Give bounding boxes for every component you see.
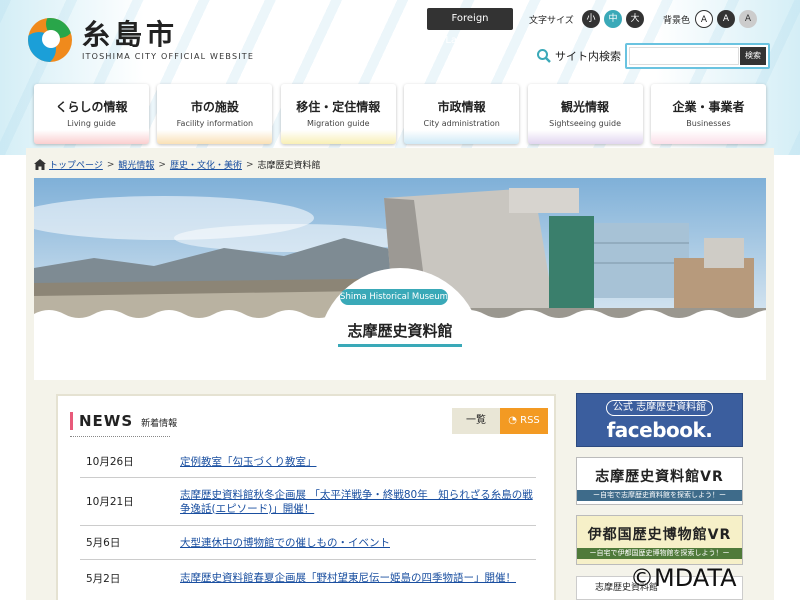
font-size-large-button[interactable]: 大: [626, 10, 644, 28]
news-date: 10月21日: [86, 496, 134, 508]
museum-name: 志摩歴史資料館: [347, 322, 453, 340]
font-size-medium-button[interactable]: 中: [604, 10, 622, 28]
nav-label: くらしの情報: [55, 100, 128, 114]
news-list-button[interactable]: 一覧: [452, 408, 500, 434]
news-heading-marker: [70, 412, 73, 430]
news-row: 5月2日 志摩歴史資料館春夏企画展「野村望東尼伝ー姫島の四季物語ー」開催！: [80, 560, 536, 596]
news-link[interactable]: 志摩歴史資料館秋冬企画展 「太平洋戦争・終戦80年 知られざる糸島の戦争逸話(エ…: [180, 488, 536, 516]
vr-banner-title: 志摩歴史資料館VR: [595, 469, 724, 485]
site-search-label: サイト内検索: [536, 48, 621, 64]
font-size-label: 文字サイズ: [529, 16, 574, 26]
logo-mark-icon: [28, 18, 72, 62]
nav-color-bar: [157, 130, 273, 144]
nav-label: 市政情報: [437, 100, 486, 114]
nav-sublabel: Sightseeing guide: [549, 119, 621, 128]
breadcrumb: トップページ > 観光情報 > 歴史・文化・美術 > 志摩歴史資料館: [34, 158, 321, 171]
nav-sublabel: Living guide: [67, 119, 116, 128]
nav-label: 観光情報: [561, 100, 610, 114]
global-nav: くらしの情報 Living guide 市の施設 Facility inform…: [34, 84, 766, 144]
rss-icon: ◔: [508, 415, 517, 426]
bg-white-button[interactable]: A: [695, 10, 713, 28]
site-logo[interactable]: 糸島市 ITOSHIMA CITY OFFICIAL WEBSITE: [28, 18, 254, 62]
nav-color-bar: [527, 130, 643, 144]
news-date: 5月2日: [86, 572, 121, 585]
nav-sightseeing[interactable]: 観光情報 Sightseeing guide: [527, 84, 643, 144]
museum-english-name: Shima Historical Museum: [340, 289, 448, 305]
watermark: ©MDATA: [630, 564, 737, 592]
news-subtitle: 新着情報: [141, 419, 178, 429]
nav-living[interactable]: くらしの情報 Living guide: [34, 84, 149, 144]
ito-vr-banner[interactable]: 伊都国歴史博物館VR ー自宅で伊都国歴史博物館を探索しよう！ー: [576, 515, 743, 565]
search-icon: [537, 49, 551, 63]
news-row: 10月21日 志摩歴史資料館秋冬企画展 「太平洋戦争・終戦80年 知られざる糸島…: [80, 478, 536, 526]
news-row: 5月6日 大型連休中の博物館での催しもの・イベント: [80, 526, 536, 560]
news-heading-divider: [70, 436, 170, 437]
nav-color-bar: [34, 130, 149, 144]
nav-color-bar: [404, 130, 520, 144]
breadcrumb-sightseeing-link[interactable]: 観光情報: [118, 158, 154, 171]
news-link[interactable]: 志摩歴史資料館春夏企画展「野村望東尼伝ー姫島の四季物語ー」開催！: [180, 571, 536, 585]
nav-migration[interactable]: 移住・定住情報 Migration guide: [280, 84, 396, 144]
nav-label: 市の施設: [190, 100, 239, 114]
logo-subtitle: ITOSHIMA CITY OFFICIAL WEBSITE: [82, 51, 255, 61]
rss-label: RSS: [520, 415, 540, 426]
nav-sublabel: City administration: [423, 119, 500, 128]
nav-business[interactable]: 企業・事業者 Businesses: [650, 84, 766, 144]
font-size-small-button[interactable]: 小: [582, 10, 600, 28]
nav-sublabel: Facility information: [176, 119, 254, 128]
news-heading: NEWS 新着情報: [70, 412, 177, 430]
home-icon: [34, 159, 46, 170]
foreign-language-button[interactable]: Foreign Language: [427, 8, 513, 46]
breadcrumb-history-link[interactable]: 歴史・文化・美術: [170, 158, 242, 171]
news-date: 5月6日: [86, 537, 121, 549]
bg-color-label: 背景色: [663, 16, 691, 26]
breadcrumb-home-link[interactable]: トップページ: [49, 158, 103, 171]
nav-sublabel: Businesses: [686, 119, 731, 128]
nav-label: 移住・定住情報: [296, 100, 381, 114]
news-link[interactable]: 定例教室「勾玉づくり教室」: [180, 455, 536, 469]
search-label-text: サイト内検索: [555, 50, 621, 63]
search-box: 検索: [625, 43, 770, 69]
search-input[interactable]: [629, 47, 739, 65]
vr-banner-subtitle: ー自宅で志摩歴史資料館を探索しよう！ー: [577, 490, 742, 501]
vr-banner-subtitle: ー自宅で伊都国歴史博物館を探索しよう！ー: [577, 548, 742, 559]
facebook-logo-text: facebook.: [606, 418, 713, 442]
news-rss-button[interactable]: ◔ RSS: [500, 408, 548, 434]
museum-name-underline: [338, 344, 462, 347]
nav-administration[interactable]: 市政情報 City administration: [404, 84, 520, 144]
nav-label: 企業・事業者: [672, 100, 745, 114]
nav-color-bar: [650, 130, 766, 144]
news-date: 10月26日: [86, 456, 134, 468]
news-row: 10月26日 定例教室「勾玉づくり教室」: [80, 446, 536, 478]
shima-vr-banner[interactable]: 志摩歴史資料館VR ー自宅で志摩歴史資料館を探索しよう！ー: [576, 457, 743, 505]
breadcrumb-current: 志摩歴史資料館: [257, 161, 321, 171]
logo-name: 糸島市: [82, 17, 179, 51]
news-link[interactable]: 大型連休中の博物館での催しもの・イベント: [180, 536, 536, 550]
bg-gray-button[interactable]: A: [739, 10, 757, 28]
facebook-banner-label: 公式 志摩歴史資料館: [605, 400, 714, 416]
nav-sublabel: Migration guide: [306, 119, 370, 128]
search-button[interactable]: 検索: [740, 47, 766, 65]
nav-color-bar: [280, 130, 396, 144]
facebook-banner[interactable]: 公式 志摩歴史資料館 facebook.: [576, 393, 743, 447]
vr-banner-title: 伊都国歴史博物館VR: [587, 527, 732, 543]
bg-black-button[interactable]: A: [717, 10, 735, 28]
news-title: NEWS: [79, 412, 134, 430]
nav-facility[interactable]: 市の施設 Facility information: [157, 84, 273, 144]
news-panel: NEWS 新着情報 一覧 ◔ RSS 10月26日 定例教室「勾玉づくり教室」 …: [56, 394, 556, 600]
